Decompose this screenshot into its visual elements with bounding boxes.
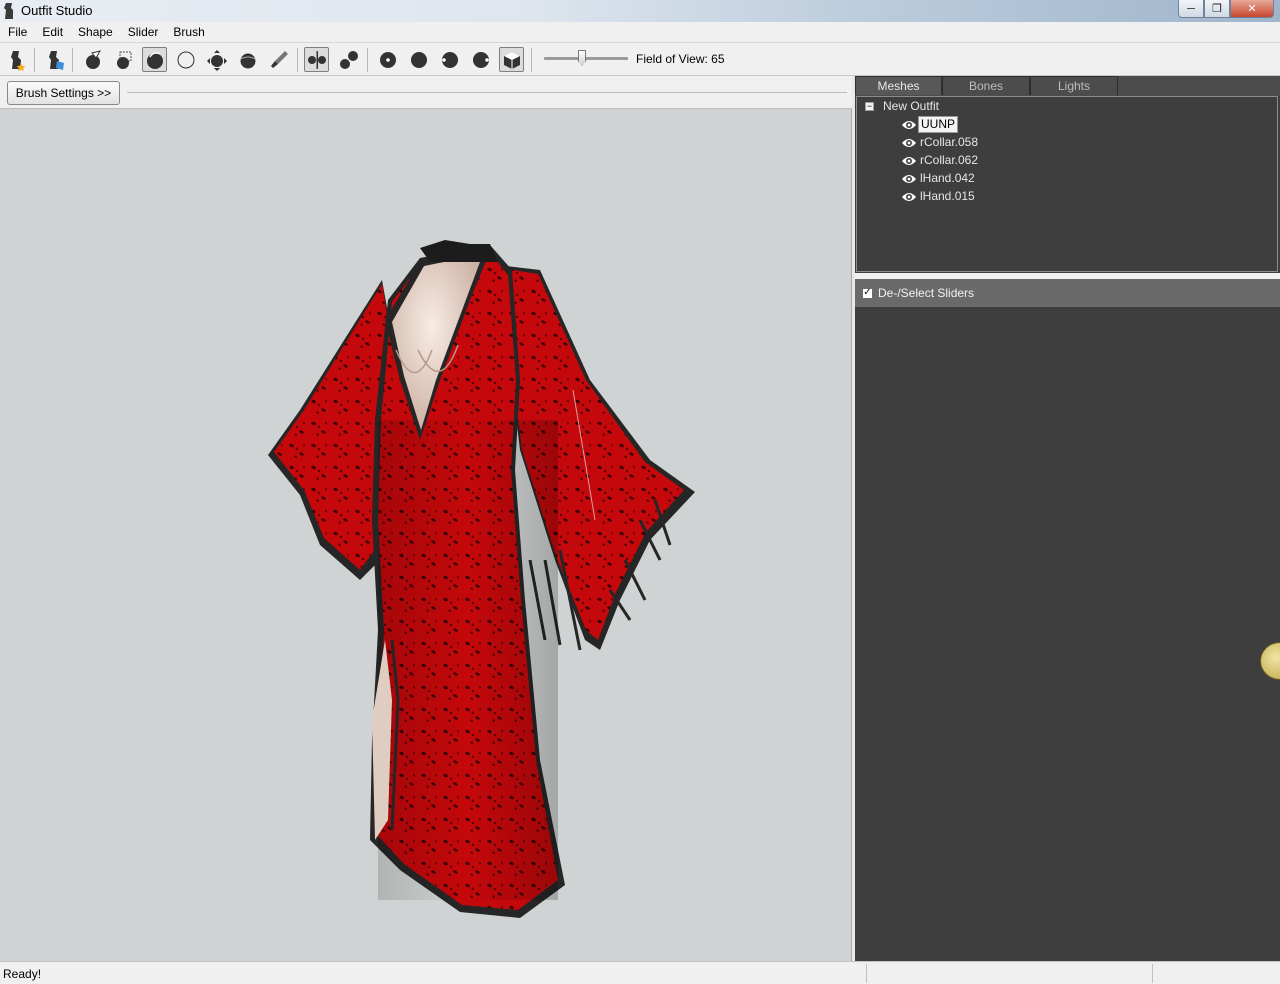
- eye-icon[interactable]: [901, 155, 917, 167]
- mesh-tree[interactable]: − New Outfit UUNP rCollar.058 rCollar.06…: [856, 96, 1278, 272]
- eye-icon[interactable]: [901, 119, 917, 131]
- sliders-header-label: De-/Select Sliders: [878, 286, 975, 300]
- inflate-brush-icon: [146, 51, 163, 69]
- close-icon: ✕: [1247, 3, 1257, 15]
- load-outfit-icon: [48, 50, 64, 70]
- mask-brush-button[interactable]: [111, 47, 136, 72]
- brush-settings-button[interactable]: Brush Settings >>: [7, 81, 120, 105]
- mesh-item[interactable]: lHand.015: [901, 188, 977, 205]
- mesh-item[interactable]: rCollar.062: [901, 152, 980, 169]
- mirror-x-icon: [307, 50, 326, 69]
- select-brush-icon: [85, 49, 101, 69]
- menu-bar: File Edit Shape Slider Brush: [0, 22, 1280, 42]
- mesh-item-label: lHand.015: [920, 189, 975, 203]
- menu-file[interactable]: File: [0, 22, 34, 42]
- restore-icon: ❐: [1212, 3, 1222, 15]
- brush-settings-divider: [127, 92, 847, 93]
- view-right-icon: [472, 51, 489, 68]
- tree-root-label: New Outfit: [883, 99, 940, 113]
- eye-icon[interactable]: [901, 137, 917, 149]
- deflate-brush-icon: [177, 51, 194, 69]
- connected-only-icon: [339, 50, 358, 69]
- tab-meshes[interactable]: Meshes: [855, 76, 942, 95]
- mirror-x-button[interactable]: [304, 47, 329, 72]
- tab-bones[interactable]: Bones: [942, 76, 1030, 95]
- load-outfit-button[interactable]: [42, 47, 67, 72]
- connected-only-button[interactable]: [336, 47, 361, 72]
- outfit-studio-app-icon: [4, 3, 13, 19]
- weight-brush-button[interactable]: [266, 47, 291, 72]
- fov-label: Field of View: 65: [636, 52, 725, 66]
- collapse-icon[interactable]: −: [865, 101, 874, 111]
- perspective-button[interactable]: [499, 47, 524, 72]
- minimize-button[interactable]: ─: [1178, 0, 1204, 18]
- tree-root[interactable]: − New Outfit: [865, 99, 939, 113]
- window-controls: ─ ❐ ✕: [1178, 0, 1274, 19]
- mesh-item-label: UUNP: [918, 116, 959, 133]
- mesh-item[interactable]: rCollar.058: [901, 134, 980, 151]
- mesh-item-label: rCollar.058: [920, 135, 979, 149]
- mesh-item-label: rCollar.062: [920, 153, 979, 167]
- status-separator: [866, 964, 867, 983]
- eye-icon[interactable]: [901, 173, 917, 185]
- slider-list: [855, 307, 1280, 961]
- slider-handle-knob[interactable]: [1260, 642, 1280, 680]
- right-panel: Meshes Bones Lights − New Outfit UUNP rC…: [855, 76, 1280, 961]
- panel-tabs: Meshes Bones Lights: [855, 76, 1280, 96]
- brush-settings-bar: Brush Settings >>: [0, 77, 852, 109]
- smooth-brush-button[interactable]: [235, 47, 260, 72]
- status-separator: [1152, 964, 1153, 983]
- fov-slider-track[interactable]: [544, 57, 628, 60]
- select-brush-button[interactable]: [80, 47, 105, 72]
- view-left-icon: [441, 51, 458, 68]
- close-button[interactable]: ✕: [1230, 0, 1274, 18]
- inflate-brush-button[interactable]: [142, 47, 167, 72]
- status-text: Ready!: [3, 967, 42, 981]
- select-sliders-checkbox[interactable]: ✓: [862, 287, 873, 299]
- load-reference-icon: [10, 50, 25, 71]
- menu-shape[interactable]: Shape: [70, 22, 120, 42]
- menu-slider[interactable]: Slider: [120, 22, 166, 42]
- perspective-icon: [503, 51, 520, 69]
- view-right-button[interactable]: [468, 47, 493, 72]
- mesh-item-label: lHand.042: [920, 171, 975, 185]
- menu-edit[interactable]: Edit: [34, 22, 70, 42]
- view-back-icon: [410, 51, 427, 68]
- view-front-button[interactable]: [375, 47, 400, 72]
- minimize-icon: ─: [1187, 2, 1195, 15]
- 3d-viewport[interactable]: [0, 109, 852, 961]
- status-bar: Ready!: [0, 961, 1280, 984]
- eye-icon[interactable]: [901, 191, 917, 203]
- view-back-button[interactable]: [406, 47, 431, 72]
- view-front-icon: [379, 51, 396, 68]
- mesh-item[interactable]: UUNP: [901, 116, 959, 133]
- tab-lights[interactable]: Lights: [1030, 76, 1118, 95]
- mask-brush-icon: [116, 51, 131, 69]
- title-bar: Outfit Studio ─ ❐ ✕: [0, 0, 1280, 22]
- maximize-button[interactable]: ❐: [1204, 0, 1230, 18]
- window-title: Outfit Studio: [21, 3, 93, 18]
- menu-brush[interactable]: Brush: [165, 22, 211, 42]
- sliders-header: ✓ De-/Select Sliders: [855, 279, 1280, 307]
- smooth-brush-icon: [240, 53, 255, 68]
- move-brush-button[interactable]: [204, 47, 229, 72]
- deflate-brush-button[interactable]: [173, 47, 198, 72]
- load-reference-button[interactable]: [4, 47, 29, 72]
- view-left-button[interactable]: [437, 47, 462, 72]
- outfit-model: [268, 240, 695, 918]
- weight-brush-icon: [270, 50, 288, 68]
- mesh-item[interactable]: lHand.042: [901, 170, 977, 187]
- move-brush-icon: [206, 49, 227, 71]
